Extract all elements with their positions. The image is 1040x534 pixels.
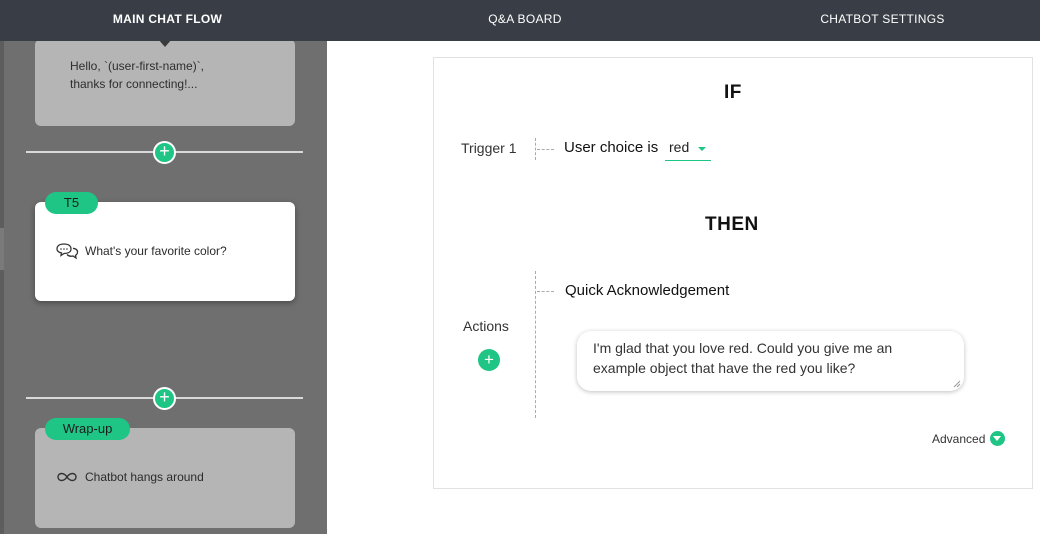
- tab-qa-board[interactable]: Q&A BOARD: [460, 0, 590, 41]
- resize-handle-icon[interactable]: [953, 380, 961, 388]
- reply-text: I'm glad that you love red. Could you gi…: [593, 340, 893, 376]
- t5-card-text: What's your favorite color?: [85, 244, 227, 258]
- add-step-plus-icon[interactable]: +: [153, 387, 176, 410]
- actions-connector: [535, 271, 536, 418]
- condition-value-select[interactable]: red: [665, 137, 711, 161]
- then-heading: THEN: [705, 214, 759, 235]
- reply-textarea[interactable]: I'm glad that you love red. Could you gi…: [577, 331, 964, 391]
- advanced-toggle[interactable]: Advanced: [932, 431, 1006, 446]
- add-step-plus-icon[interactable]: +: [153, 141, 176, 164]
- wrapup-card[interactable]: Chatbot hangs around: [35, 428, 295, 528]
- chevron-down-icon: [990, 431, 1006, 446]
- wrapup-card-row: Chatbot hangs around: [55, 468, 204, 486]
- trigger-label: Trigger 1: [461, 140, 517, 156]
- chevron-down-icon: [698, 147, 706, 151]
- intro-text-line1: Hello, `(user-first-name)`,: [70, 59, 205, 73]
- chat-bubbles-icon: [56, 243, 79, 260]
- tab-chatbot-settings[interactable]: CHATBOT SETTINGS: [805, 0, 960, 41]
- rule-editor: IF Trigger 1 User choice is red THEN Act…: [433, 57, 1033, 489]
- panel-edge-notch: [0, 228, 4, 270]
- actions-connector-h: [537, 291, 554, 292]
- top-nav: MAIN CHAT FLOW Q&A BOARD CHATBOT SETTING…: [0, 0, 1040, 41]
- if-heading: IF: [724, 82, 742, 103]
- wrapup-card-text: Chatbot hangs around: [85, 470, 204, 484]
- panel-edge: [0, 41, 4, 534]
- wrapup-badge: Wrap-up: [45, 418, 130, 440]
- action-title: Quick Acknowledgement: [565, 282, 730, 299]
- trigger-connector: [535, 138, 536, 160]
- t5-card-row: What's your favorite color?: [55, 242, 227, 260]
- intro-card-text: Hello, `(user-first-name)`, thanks for c…: [70, 57, 204, 93]
- condition-value: red: [669, 139, 690, 155]
- card-pointer: [158, 41, 172, 47]
- tab-main-chat-flow[interactable]: MAIN CHAT FLOW: [100, 0, 235, 41]
- condition-text: User choice is: [564, 139, 659, 156]
- infinity-icon: [57, 472, 77, 482]
- t5-card[interactable]: What's your favorite color?: [35, 202, 295, 301]
- add-action-plus-icon[interactable]: +: [478, 349, 500, 371]
- t5-badge: T5: [45, 192, 98, 214]
- trigger-connector-h: [537, 149, 554, 150]
- intro-text-line2: thanks for connecting!...: [70, 77, 198, 91]
- intro-card[interactable]: Hello, `(user-first-name)`, thanks for c…: [35, 41, 295, 126]
- actions-label: Actions: [463, 318, 509, 334]
- flow-panel: Hello, `(user-first-name)`, thanks for c…: [0, 41, 327, 534]
- advanced-label: Advanced: [932, 431, 986, 446]
